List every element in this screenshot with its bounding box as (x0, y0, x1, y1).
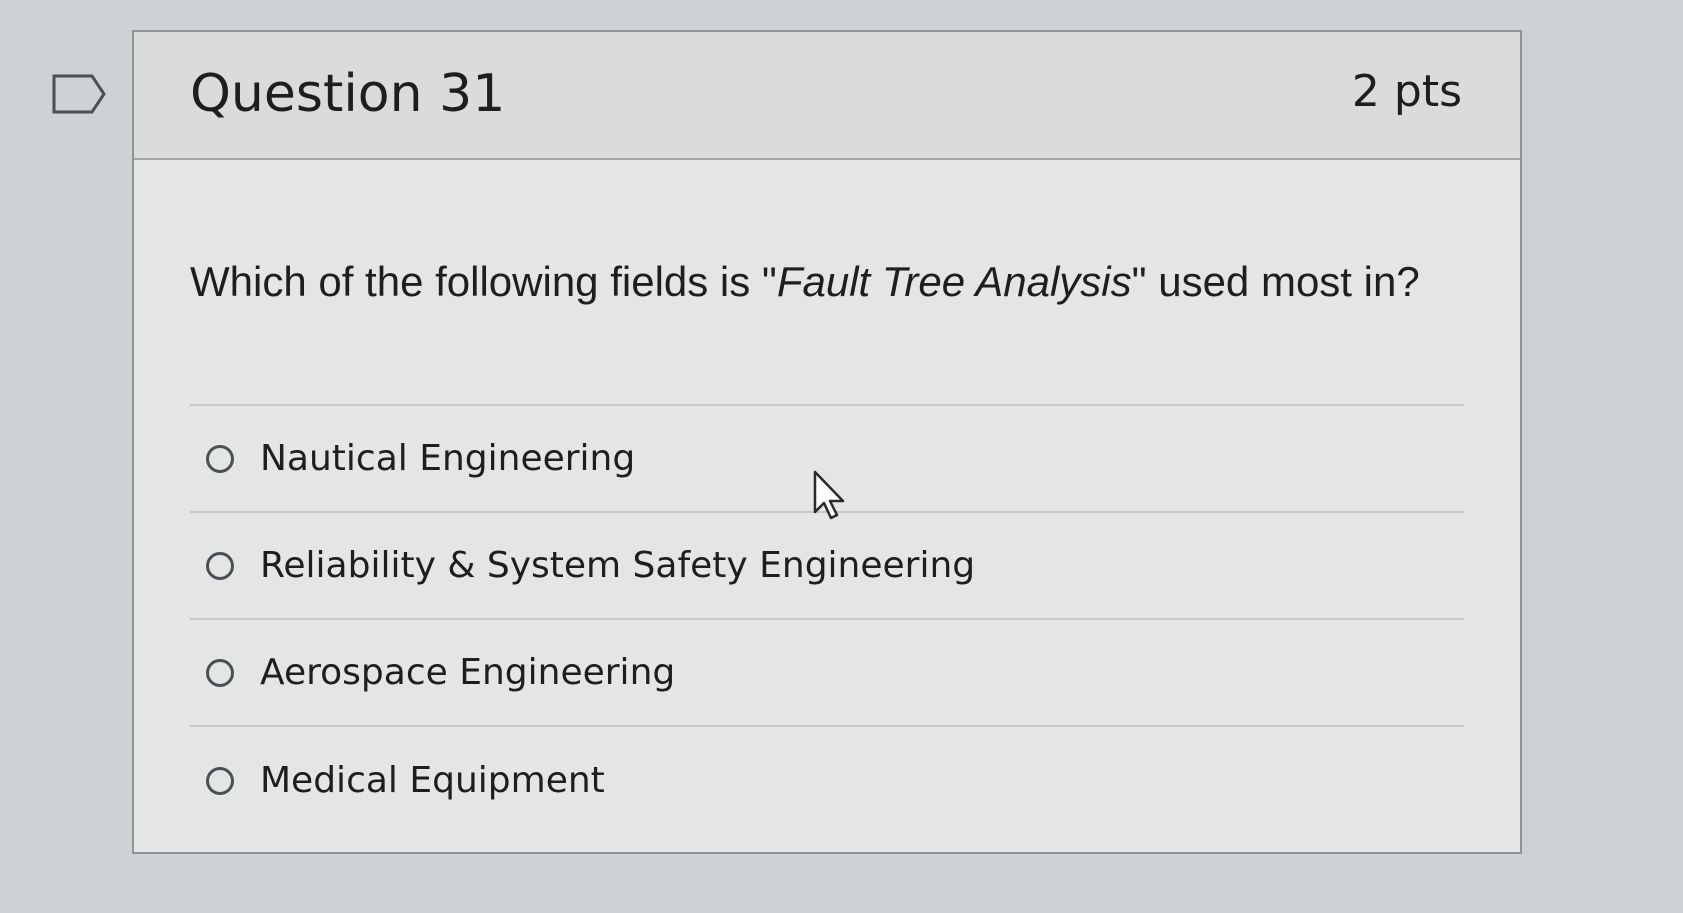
answer-label: Nautical Engineering (260, 437, 636, 479)
question-header: Question 31 2 pts (134, 32, 1520, 160)
answer-option[interactable]: Medical Equipment (190, 727, 1464, 834)
radio-button-icon[interactable] (206, 658, 234, 687)
question-title: Question 31 (190, 64, 506, 124)
answer-option[interactable]: Aerospace Engineering (190, 620, 1464, 727)
answer-option[interactable]: Reliability & System Safety Engineering (190, 513, 1464, 620)
question-text-start: Which of the following fields is " (190, 258, 777, 305)
question-points: 2 pts (1351, 66, 1462, 117)
radio-button-icon[interactable] (206, 444, 234, 473)
question-text-end: " used most in? (1131, 258, 1420, 305)
question-text: Which of the following fields is "Fault … (190, 160, 1464, 404)
answer-label: Medical Equipment (260, 759, 605, 801)
answer-label: Reliability & System Safety Engineering (260, 544, 976, 586)
question-card: Question 31 2 pts Which of the following… (132, 30, 1522, 854)
question-text-emphasis: Fault Tree Analysis (776, 258, 1132, 305)
answer-label: Aerospace Engineering (260, 651, 676, 693)
answer-list: Nautical Engineering Reliability & Syste… (190, 404, 1464, 834)
radio-button-icon[interactable] (206, 551, 234, 580)
flag-question-icon[interactable] (52, 74, 108, 114)
mouse-pointer-icon (812, 470, 852, 522)
radio-button-icon[interactable] (206, 766, 234, 795)
